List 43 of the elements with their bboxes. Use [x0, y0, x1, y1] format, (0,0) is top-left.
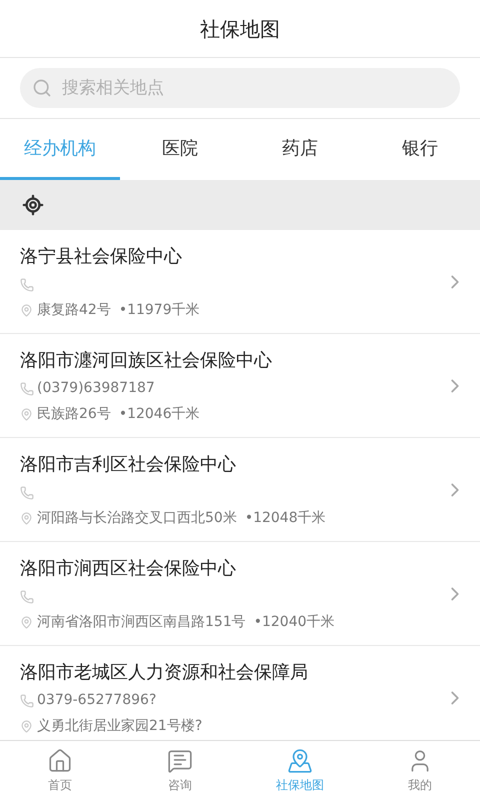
place-address: 义勇北街居业家园21号楼? [37, 716, 202, 736]
location-pin-icon [20, 304, 33, 316]
location-pin-icon [20, 512, 33, 524]
home-icon [47, 748, 73, 774]
place-address: 民族路26号 [37, 404, 111, 424]
chat-icon [167, 748, 193, 774]
phone-icon [20, 382, 34, 396]
place-item[interactable]: 洛阳市涧西区社会保险中心 河南省洛阳市涧西区南昌路151号 •12040千米 [0, 542, 480, 646]
phone-icon [20, 278, 34, 292]
place-name: 洛阳市老城区人力资源和社会保障局 [20, 660, 309, 684]
place-name: 洛阳市吉利区社会保险中心 [20, 452, 237, 476]
place-address: 河南省洛阳市涧西区南昌路151号 [37, 612, 246, 632]
phone-icon [20, 694, 34, 708]
locate-icon[interactable] [22, 194, 44, 216]
place-item[interactable]: 洛宁县社会保险中心 康复路42号 •11979千米 [0, 230, 480, 334]
place-name: 洛宁县社会保险中心 [20, 244, 183, 268]
place-distance: •12048千米 [244, 508, 326, 528]
phone-number: (0379)63987187 [37, 379, 155, 398]
location-pin-icon [20, 720, 33, 732]
phone-icon [20, 590, 34, 604]
category-tab[interactable]: 医院 [120, 119, 240, 180]
category-tab[interactable]: 银行 [360, 119, 480, 180]
map-icon [287, 748, 313, 774]
nav-tab[interactable]: 我的 [360, 741, 480, 800]
phone-number: 0379-65277896? [37, 691, 156, 710]
nav-tab[interactable]: 首页 [0, 741, 120, 800]
place-distance: •12046千米 [118, 404, 200, 424]
search-field[interactable]: 搜索相关地点 [20, 68, 460, 108]
page-title: 社保地图 [200, 16, 280, 42]
nav-tab[interactable]: 咨询 [120, 741, 240, 800]
place-name: 洛阳市涧西区社会保险中心 [20, 556, 237, 580]
location-pin-icon [20, 408, 33, 420]
place-item[interactable]: 洛阳市瀍河回族区社会保险中心 (0379)63987187 民族路26号 •12046千米 [0, 334, 480, 438]
place-name: 洛阳市瀍河回族区社会保险中心 [20, 348, 273, 372]
place-item[interactable]: 洛阳市吉利区社会保险中心 河阳路与长治路交叉口西北50米 •12048千米 [0, 438, 480, 542]
location-pin-icon [20, 616, 33, 628]
phone-icon [20, 486, 34, 500]
place-address: 河阳路与长治路交叉口西北50米 [37, 508, 237, 528]
search-icon [32, 78, 52, 98]
place-distance: •12040千米 [254, 612, 335, 632]
place-address: 康复路42号 [37, 300, 111, 320]
place-distance: •11979千米 [118, 300, 200, 320]
category-tab[interactable]: 药店 [240, 119, 360, 180]
